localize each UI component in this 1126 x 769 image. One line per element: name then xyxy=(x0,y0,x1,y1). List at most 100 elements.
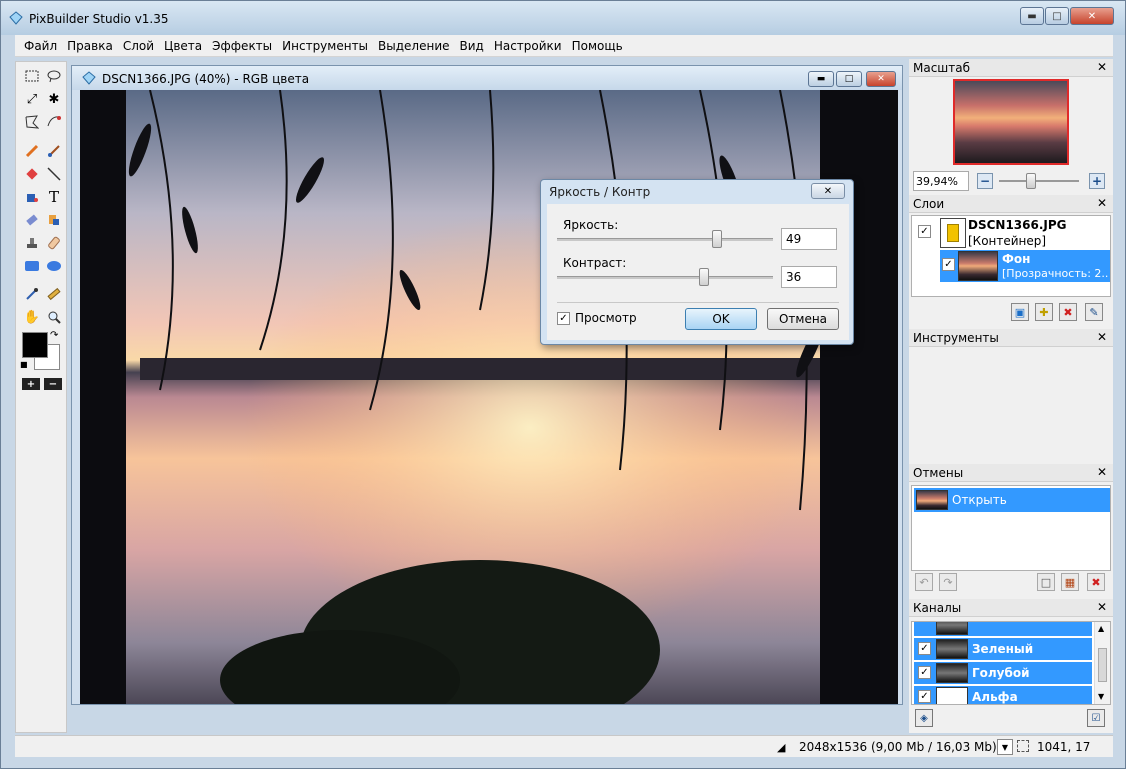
maximize-button[interactable]: □ xyxy=(1045,7,1069,25)
layer-visibility-checkbox[interactable]: ✓ xyxy=(942,258,955,271)
rectangle-shape-tool-icon[interactable] xyxy=(22,256,42,276)
hand-tool-icon[interactable]: ✋ xyxy=(22,307,42,327)
magnetic-lasso-tool-icon[interactable] xyxy=(44,112,64,132)
channel-visibility-checkbox[interactable]: ✓ xyxy=(918,666,931,679)
zoom-slider-thumb[interactable] xyxy=(1026,173,1036,189)
ellipse-shape-tool-icon[interactable] xyxy=(44,256,64,276)
layer-name[interactable]: DSCN1366.JPG xyxy=(968,218,1067,232)
channel-row[interactable]: ✓ Голубой xyxy=(914,662,1092,684)
ok-button[interactable]: OK xyxy=(685,308,757,330)
channel-thumbnail xyxy=(936,687,968,704)
zoom-percent-field[interactable]: 39,94% xyxy=(913,171,969,191)
undo-icon[interactable]: ↶ xyxy=(915,573,933,591)
gradient-tool-icon[interactable] xyxy=(22,210,42,230)
pencil-tool-icon[interactable] xyxy=(22,141,42,161)
cancel-button[interactable]: Отмена xyxy=(767,308,839,330)
status-dropdown-icon[interactable]: ▼ xyxy=(997,739,1013,755)
magic-wand-tool-icon[interactable]: ✱ xyxy=(44,89,64,109)
stamp-tool-icon[interactable] xyxy=(22,233,42,253)
tools-panel-close-icon[interactable]: ✕ xyxy=(1097,330,1107,344)
channel-options-icon[interactable]: ☑ xyxy=(1087,709,1105,727)
document-maximize-button[interactable]: □ xyxy=(836,71,862,87)
channel-visibility-checkbox[interactable]: ✓ xyxy=(918,642,931,655)
new-document-icon[interactable]: □ xyxy=(1037,573,1055,591)
brush-tool-icon[interactable] xyxy=(44,141,64,161)
polygon-lasso-tool-icon[interactable] xyxy=(22,112,42,132)
eyedropper-tool-icon[interactable] xyxy=(22,284,42,304)
healing-tool-icon[interactable] xyxy=(44,233,64,253)
menu-help[interactable]: Помощь xyxy=(567,39,628,53)
minimize-button[interactable]: ▬ xyxy=(1020,7,1044,25)
menu-effects[interactable]: Эффекты xyxy=(207,39,277,53)
layer-container-thumbnail[interactable] xyxy=(940,218,966,248)
channels-panel-close-icon[interactable]: ✕ xyxy=(1097,600,1107,614)
channel-row[interactable]: ✓ Зеленый xyxy=(914,638,1092,660)
lasso-tool-icon[interactable] xyxy=(44,66,64,86)
close-button[interactable]: ✕ xyxy=(1070,7,1114,25)
new-folder-icon[interactable]: ✚ xyxy=(1035,303,1053,321)
menu-selection[interactable]: Выделение xyxy=(373,39,454,53)
rect-select-tool-icon[interactable] xyxy=(22,66,42,86)
title-bar[interactable]: PixBuilder Studio v1.35 ▬ □ ✕ xyxy=(1,1,1125,35)
scroll-up-icon[interactable]: ▲ xyxy=(1098,624,1104,633)
zoom-tool-icon[interactable] xyxy=(44,307,64,327)
delete-history-icon[interactable]: ✖ xyxy=(1087,573,1105,591)
color-replace-tool-icon[interactable] xyxy=(44,210,64,230)
contrast-slider-track[interactable] xyxy=(557,276,773,279)
move-selection-tool-icon[interactable]: ⤢ xyxy=(22,89,42,109)
preview-checkbox[interactable]: ✓ xyxy=(557,312,570,325)
menu-edit[interactable]: Правка xyxy=(62,39,118,53)
layers-panel-title: Слои xyxy=(913,197,945,211)
navigator-thumbnail[interactable] xyxy=(953,79,1069,165)
scrollbar-thumb[interactable] xyxy=(1098,648,1107,682)
history-panel-close-icon[interactable]: ✕ xyxy=(1097,465,1107,479)
fill-bucket-tool-icon[interactable] xyxy=(22,187,42,207)
delete-layer-icon[interactable]: ✖ xyxy=(1059,303,1077,321)
eraser-tool-icon[interactable] xyxy=(22,164,42,184)
menu-settings[interactable]: Настройки xyxy=(489,39,567,53)
app-diamond-icon xyxy=(9,11,23,25)
document-title-bar[interactable]: DSCN1366.JPG (40%) - RGB цвета ▬ □ ✕ xyxy=(72,66,902,90)
redo-icon[interactable]: ↷ xyxy=(939,573,957,591)
document-close-button[interactable]: ✕ xyxy=(866,71,896,87)
document-minimize-button[interactable]: ▬ xyxy=(808,71,834,87)
contrast-value-field[interactable]: 36 xyxy=(781,266,837,288)
brightness-slider-track[interactable] xyxy=(557,238,773,241)
zoom-in-button[interactable]: + xyxy=(1089,173,1105,189)
measure-tool-icon[interactable] xyxy=(44,284,64,304)
tools-panel-title: Инструменты xyxy=(913,331,999,345)
new-layer-icon[interactable]: ▣ xyxy=(1011,303,1029,321)
channel-selection-icon[interactable]: ◈ xyxy=(915,709,933,727)
menu-colors[interactable]: Цвета xyxy=(159,39,207,53)
zoom-out-small-button[interactable]: − xyxy=(44,378,62,390)
zoom-in-small-button[interactable]: + xyxy=(22,378,40,390)
menu-layer[interactable]: Слой xyxy=(118,39,159,53)
menu-view[interactable]: Вид xyxy=(455,39,489,53)
brightness-value-field[interactable]: 49 xyxy=(781,228,837,250)
zoom-slider-track[interactable] xyxy=(999,180,1079,182)
zoom-out-button[interactable]: − xyxy=(977,173,993,189)
brightness-slider-thumb[interactable] xyxy=(711,230,722,248)
layers-panel-close-icon[interactable]: ✕ xyxy=(1097,196,1107,210)
foreground-color-swatch[interactable] xyxy=(22,332,48,358)
channels-scrollbar[interactable]: ▲ ▼ xyxy=(1094,622,1110,704)
channel-row[interactable]: ✓ Альфа xyxy=(914,686,1092,704)
layer-visibility-checkbox[interactable]: ✓ xyxy=(918,225,931,238)
history-row-selected[interactable]: Открыть xyxy=(914,488,1110,512)
channel-row[interactable] xyxy=(914,622,1092,636)
channel-visibility-checkbox[interactable]: ✓ xyxy=(918,690,931,703)
swap-colors-icon[interactable]: ↷ xyxy=(50,330,58,341)
reset-colors-icon[interactable]: ■ xyxy=(20,360,28,369)
line-tool-icon[interactable] xyxy=(44,164,64,184)
snapshot-icon[interactable]: ▦ xyxy=(1061,573,1079,591)
channel-thumbnail xyxy=(936,622,968,635)
contrast-label: Контраст: xyxy=(563,256,627,270)
dialog-close-button[interactable]: ✕ xyxy=(811,183,845,199)
contrast-slider-thumb[interactable] xyxy=(698,268,709,286)
scale-panel-close-icon[interactable]: ✕ xyxy=(1097,60,1107,74)
scroll-down-icon[interactable]: ▼ xyxy=(1098,692,1104,701)
menu-tools[interactable]: Инструменты xyxy=(277,39,373,53)
menu-file[interactable]: Файл xyxy=(19,39,62,53)
layer-properties-icon[interactable]: ✎ xyxy=(1085,303,1103,321)
text-tool-icon[interactable]: T xyxy=(44,187,64,207)
